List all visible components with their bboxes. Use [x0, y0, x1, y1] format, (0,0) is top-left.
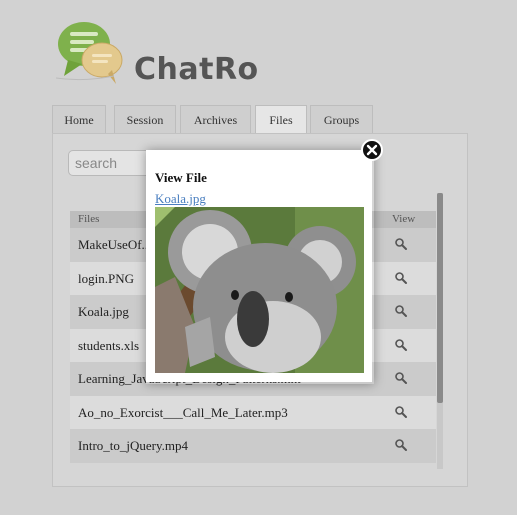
- magnifier-icon[interactable]: [394, 237, 408, 251]
- file-name: MakeUseOf...: [78, 237, 152, 252]
- tab-files[interactable]: Files: [255, 105, 307, 135]
- file-name: login.PNG: [78, 270, 134, 286]
- magnifier-icon[interactable]: [394, 304, 408, 318]
- magnifier-icon[interactable]: [394, 271, 408, 285]
- magnifier-icon[interactable]: [394, 338, 408, 352]
- modal-title: View File: [155, 170, 207, 185]
- file-name: Intro_to_jQuery.mp4: [78, 438, 188, 453]
- view-file-modal: View File Koala.jpg: [146, 150, 372, 382]
- file-name: students.xls: [78, 337, 140, 353]
- column-header-files: Files: [78, 213, 100, 225]
- koala-image: [155, 207, 364, 373]
- close-icon[interactable]: [361, 139, 383, 161]
- magnifier-icon[interactable]: [394, 438, 408, 452]
- table-scrollbar[interactable]: [437, 193, 443, 469]
- table-row[interactable]: Ao_no_Exorcist___Call_Me_Later.mp3: [70, 395, 436, 429]
- tab-session[interactable]: Session: [114, 105, 176, 133]
- file-name: Koala.jpg: [78, 304, 129, 319]
- chat-bubbles-logo-icon: [55, 22, 123, 84]
- table-row[interactable]: Intro_to_jQuery.mp4: [70, 429, 436, 463]
- tab-groups[interactable]: Groups: [310, 105, 373, 133]
- file-name: Ao_no_Exorcist___Call_Me_Later.mp3: [78, 404, 288, 420]
- app-logo-title: ChatRo: [134, 52, 259, 87]
- tab-home[interactable]: Home: [52, 105, 106, 133]
- scrollbar-thumb[interactable]: [437, 193, 443, 403]
- magnifier-icon[interactable]: [394, 405, 408, 419]
- column-header-view: View: [392, 213, 416, 225]
- magnifier-icon[interactable]: [394, 371, 408, 385]
- tab-archives[interactable]: Archives: [180, 105, 251, 133]
- file-link[interactable]: Koala.jpg: [155, 191, 206, 207]
